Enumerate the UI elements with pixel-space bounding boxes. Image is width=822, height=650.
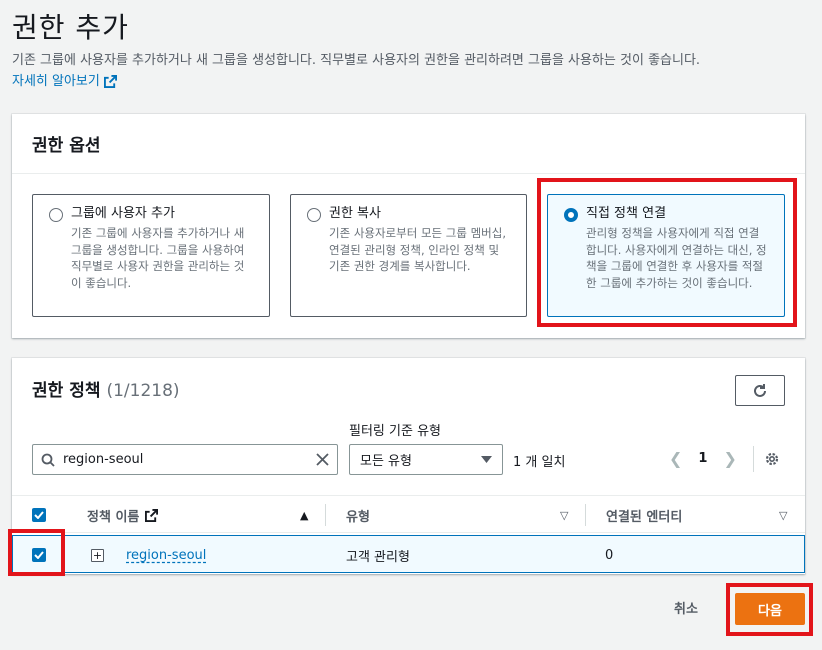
policy-entities-cell: 0 (605, 547, 614, 563)
radio-copy-permissions[interactable] (307, 208, 321, 222)
column-entities-label: 연결된 엔터티 (606, 509, 683, 525)
option-description: 기존 그룹에 사용자를 추가하거나 새 그룹을 생성합니다. 그룹을 사용하여 … (71, 226, 245, 290)
caret-down-icon (481, 455, 492, 463)
policies-title-label: 권한 정책 (32, 381, 101, 401)
select-all-checkbox[interactable] (32, 508, 46, 522)
clear-icon[interactable] (316, 453, 329, 466)
column-type[interactable]: 유형 (346, 496, 370, 534)
refresh-icon (754, 383, 766, 397)
match-count: 1 개 일치 (513, 455, 566, 470)
page-description: 기존 그룹에 사용자를 추가하거나 새 그룹을 생성합니다. 직무별로 사용자의… (12, 53, 701, 68)
column-entities[interactable]: 연결된 엔터티 (606, 496, 682, 534)
expand-icon[interactable]: + (91, 548, 104, 562)
option-description: 기존 사용자로부터 모든 그룹 멤버십, 연결된 관리형 정책, 인라인 정책 … (329, 226, 506, 273)
option-copy-permissions[interactable]: 권한 복사 기존 사용자로부터 모든 그룹 멤버십, 연결된 관리형 정책, 인… (290, 194, 527, 317)
policy-name-cell: region-seoul (126, 536, 206, 574)
filter-type-label: 필터링 기준 유형 (349, 424, 441, 439)
option-title: 직접 정책 연결 (586, 206, 667, 221)
policies-title: 권한 정책 (1/1218) (32, 376, 180, 401)
filter-type-select[interactable]: 모든 유형 (349, 444, 503, 475)
table-header: 정책 이름 ▲ 유형 ▽ 연결된 엔터티 ▽ (12, 495, 805, 533)
column-divider (585, 504, 586, 526)
external-link-icon (145, 508, 159, 522)
learn-more-label: 자세히 알아보기 (12, 74, 100, 89)
permission-options-header: 권한 옵션 (12, 114, 805, 174)
column-policy-name-label: 정책 이름 (87, 509, 140, 525)
row-checkbox[interactable] (32, 548, 46, 562)
radio-attach-policies[interactable] (564, 208, 578, 222)
option-attach-policies[interactable]: 직접 정책 연결 관리형 정책을 사용자에게 직접 연결합니다. 사용자에게 연… (547, 194, 785, 317)
learn-more-link[interactable]: 자세히 알아보기 (12, 72, 117, 91)
pagination: ❮ 1 ❯ (669, 449, 737, 468)
row-select-cell (32, 536, 46, 574)
policies-count: (1/1218) (106, 381, 180, 401)
policy-type-cell: 고객 관리형 (346, 549, 410, 565)
column-divider (325, 504, 326, 526)
cancel-button[interactable]: 취소 (674, 598, 698, 617)
search-icon (41, 453, 55, 467)
table-row[interactable]: + region-seoul 고객 관리형 0 (12, 535, 805, 573)
gear-icon[interactable] (764, 451, 780, 467)
page-title: 권한 추가 (12, 11, 129, 44)
sort-icon[interactable]: ▽ (779, 509, 787, 522)
policy-search-input[interactable]: region-seoul (32, 444, 338, 475)
option-description: 관리형 정책을 사용자에게 직접 연결합니다. 사용자에게 연결하는 대신, 정… (586, 226, 767, 290)
refresh-button[interactable] (735, 375, 785, 406)
row-expand-cell: + (91, 536, 104, 574)
permission-options-panel: 권한 옵션 그룹에 사용자 추가 기존 그룹에 사용자를 추가하거나 새 그룹을… (12, 114, 805, 338)
option-title: 그룹에 사용자 추가 (71, 206, 175, 221)
search-value: region-seoul (63, 452, 144, 467)
select-all-cell (32, 496, 46, 534)
option-add-to-group[interactable]: 그룹에 사용자 추가 기존 그룹에 사용자를 추가하거나 새 그룹을 생성합니다… (32, 194, 270, 317)
next-button[interactable]: 다음 (735, 593, 805, 625)
external-link-icon (103, 75, 117, 88)
column-policy-name[interactable]: 정책 이름 (87, 496, 159, 534)
column-type-label: 유형 (346, 509, 370, 525)
permission-policies-panel: 권한 정책 (1/1218) 필터링 기준 유형 region-seoul 모든 … (12, 358, 805, 574)
pager-divider (753, 446, 754, 472)
filter-type-value: 모든 유형 (360, 454, 412, 469)
policy-name-link[interactable]: region-seoul (126, 548, 206, 563)
sort-ascending-icon[interactable]: ▲ (300, 509, 308, 522)
page-number[interactable]: 1 (698, 451, 707, 466)
sort-icon[interactable]: ▽ (560, 509, 568, 522)
chevron-right-icon[interactable]: ❯ (723, 449, 736, 468)
radio-add-to-group[interactable] (49, 208, 63, 222)
option-title: 권한 복사 (329, 206, 381, 221)
chevron-left-icon[interactable]: ❮ (669, 449, 682, 468)
